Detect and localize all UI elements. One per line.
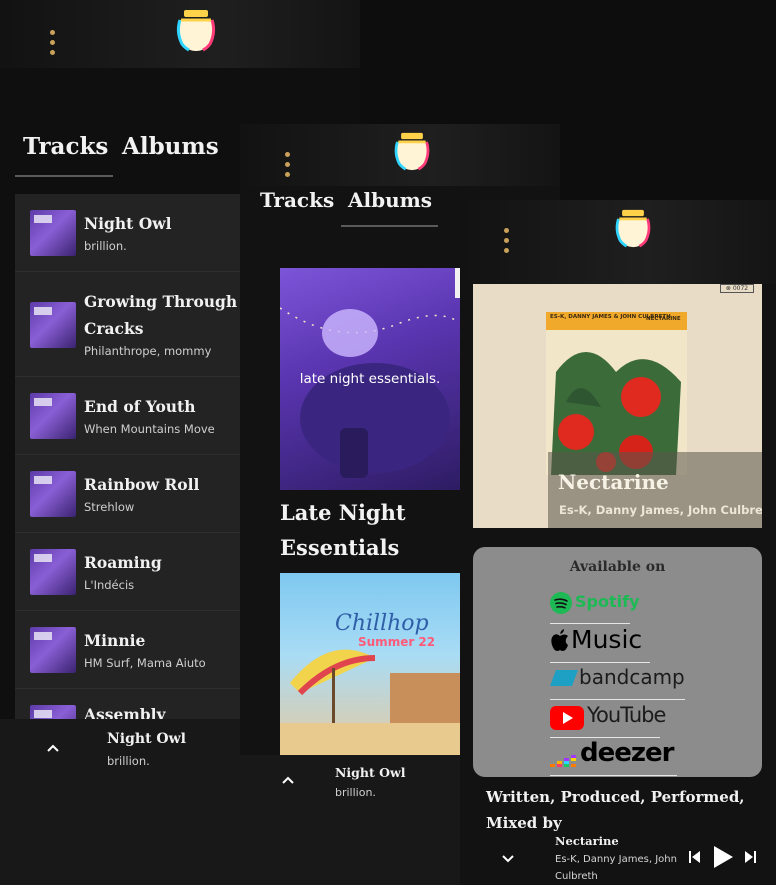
cover-illustration	[280, 649, 460, 755]
cover-illustration	[546, 330, 687, 475]
track-artwork	[30, 302, 76, 348]
album-title: Late Night	[280, 500, 406, 525]
chevron-up-icon[interactable]	[47, 743, 59, 753]
next-icon[interactable]	[745, 851, 756, 863]
track-artist: brillion.	[84, 239, 127, 253]
album-title-line2: Essentials	[280, 535, 400, 560]
mini-player[interactable]: Night Owl brillion.	[0, 719, 240, 885]
track-title: Roaming	[84, 553, 162, 572]
jar-logo-icon[interactable]	[611, 208, 655, 248]
cover-caption: late night essentials.	[299, 371, 441, 387]
cover-title-small: NECTARINE	[646, 316, 681, 322]
track-artist: HM Surf, Mama Aiuto	[84, 656, 206, 670]
album-cover-chillhop-summer[interactable]: Chillhop Summer 22	[280, 573, 460, 755]
tab-tracks[interactable]: Tracks	[260, 188, 334, 212]
available-on-label: Available on	[569, 559, 666, 575]
bandcamp-icon	[550, 670, 578, 686]
track-row[interactable]: Assembly	[15, 689, 240, 719]
active-tab-indicator	[15, 175, 113, 177]
app-header	[460, 200, 776, 284]
track-artist: Philanthrope, mommy	[84, 344, 212, 358]
track-artist: Strehlow	[84, 500, 135, 514]
track-artwork	[30, 549, 76, 595]
now-playing-title: Night Owl	[107, 731, 186, 747]
track-title: End of Youth	[84, 397, 196, 416]
youtube-icon	[550, 706, 584, 730]
menu-dots-icon[interactable]	[50, 30, 58, 55]
menu-dots-icon[interactable]	[285, 152, 293, 177]
platform-name: Spotify	[575, 592, 640, 611]
mini-player[interactable]: Nectarine Es-K, Danny James, John Culbre…	[460, 828, 776, 885]
track-row[interactable]: Night Owl brillion.	[15, 194, 240, 272]
chevron-down-icon[interactable]	[502, 854, 514, 864]
track-row[interactable]: End of Youth When Mountains Move	[15, 377, 240, 455]
track-title: Assembly	[84, 705, 166, 719]
cover-subtitle: Summer 22	[358, 635, 436, 649]
now-playing-artist: brillion.	[107, 754, 150, 768]
album-cover-nectarine: ⊗ 0072 ES-K, DANNY JAMES & JOHN CULBRETH…	[473, 284, 762, 528]
now-playing-artist: brillion.	[335, 786, 376, 799]
now-playing-title: Nectarine	[555, 834, 619, 848]
platform-name: YouTube	[587, 703, 666, 727]
track-title: Minnie	[84, 631, 146, 650]
track-artwork	[30, 393, 76, 439]
track-artwork	[30, 705, 76, 719]
track-artwork	[30, 210, 76, 256]
streaming-panel: Available on Spotify Music bandcamp YouT…	[473, 547, 762, 777]
track-title: Rainbow Roll	[84, 475, 200, 494]
album-detail-screen: ⊗ 0072 ES-K, DANNY JAMES & JOHN CULBRETH…	[460, 200, 776, 885]
spotify-icon	[550, 592, 572, 614]
jar-logo-icon[interactable]	[390, 131, 434, 171]
jar-logo-icon[interactable]	[172, 8, 220, 52]
apple-icon	[551, 629, 568, 651]
deezer-icon	[550, 755, 576, 767]
now-playing-artist: Es-K, Danny James, John	[555, 854, 677, 865]
track-artwork	[30, 471, 76, 517]
divider	[550, 662, 650, 663]
divider	[550, 775, 677, 776]
divider	[550, 623, 630, 624]
track-row[interactable]: Roaming L'Indécis	[15, 533, 240, 611]
cover-title: Chillhop	[335, 611, 429, 636]
now-playing-artist-line2: Culbreth	[555, 871, 598, 882]
tab-tracks[interactable]: Tracks	[23, 133, 108, 160]
track-artist: When Mountains Move	[84, 422, 215, 436]
track-title-line2: Cracks	[84, 319, 144, 338]
track-artwork	[30, 627, 76, 673]
app-header	[240, 124, 560, 186]
tab-albums[interactable]: Albums	[348, 188, 432, 212]
track-row[interactable]: Rainbow Roll Strehlow	[15, 455, 240, 533]
play-icon[interactable]	[712, 845, 734, 869]
track-title: Night Owl	[84, 214, 172, 233]
divider	[550, 699, 685, 700]
track-row[interactable]: Minnie HM Surf, Mama Aiuto	[15, 611, 240, 689]
track-row[interactable]: Growing Through T Cracks Philanthrope, m…	[15, 272, 240, 377]
album-cover-late-night[interactable]: late night essentials.	[280, 268, 460, 490]
track-artist: L'Indécis	[84, 578, 135, 592]
tab-albums[interactable]: Albums	[122, 133, 219, 160]
album-title: Nectarine	[558, 470, 669, 494]
now-playing-title: Night Owl	[335, 765, 406, 780]
track-list: Night Owl brillion. Growing Through T Cr…	[15, 194, 240, 719]
chevron-up-icon[interactable]	[282, 775, 294, 785]
credits-heading: Written, Produced, Performed,	[486, 788, 745, 806]
cover-art: ES-K, DANNY JAMES & JOHN CULBRETH NECTAR…	[546, 312, 687, 475]
cover-badge: ⊗ 0072	[720, 284, 754, 293]
active-tab-indicator	[341, 225, 438, 227]
track-title: Growing Through T	[84, 292, 240, 311]
platform-name: bandcamp	[579, 665, 685, 689]
platform-name: deezer	[580, 738, 674, 768]
platform-name: Music	[571, 625, 643, 654]
previous-icon[interactable]	[689, 851, 700, 863]
menu-dots-icon[interactable]	[504, 228, 512, 253]
app-header	[0, 0, 360, 68]
album-artists: Es-K, Danny James, John Culbreth	[559, 503, 762, 517]
